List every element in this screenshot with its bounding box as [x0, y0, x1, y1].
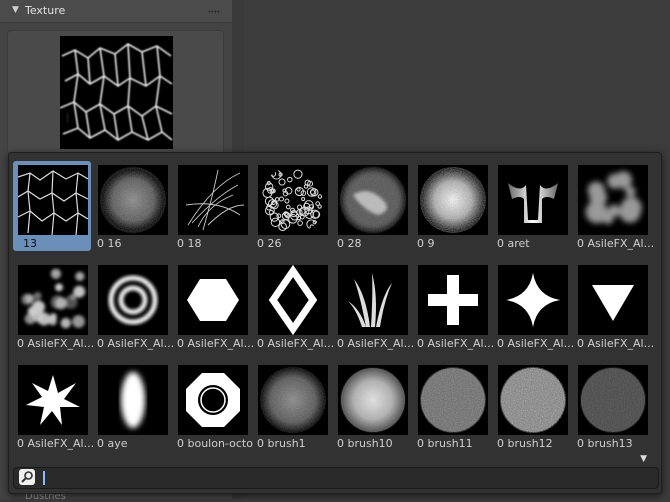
texture-thumbnail [258, 165, 328, 235]
search-input[interactable] [48, 468, 648, 486]
texture-item[interactable]: 0 AsileFX_Al... [413, 261, 493, 351]
drag-grip-icon[interactable] [208, 10, 220, 14]
texture-thumbnail [418, 365, 488, 435]
texture-label: 0 16 [97, 237, 122, 250]
texture-item[interactable]: 0 26 [253, 161, 331, 251]
texture-thumbnail [498, 265, 568, 335]
texture-item[interactable]: 0 28 [333, 161, 411, 251]
texture-item[interactable]: 13 [13, 161, 91, 251]
collapse-triangle-icon[interactable]: ▼ [12, 5, 19, 15]
texture-item[interactable]: 0 brush12 [493, 361, 571, 451]
texture-label: 0 AsileFX_Al... [257, 337, 333, 350]
texture-thumbnail [418, 265, 488, 335]
texture-item[interactable]: 0 aret [493, 161, 571, 251]
texture-label: 0 28 [337, 237, 362, 250]
texture-item[interactable]: 0 AsileFX_Al... [13, 261, 93, 351]
texture-label: 0 AsileFX_Al... [417, 337, 493, 350]
texture-item[interactable]: 0 AsileFX_Al... [573, 161, 653, 251]
texture-label: 0 aret [497, 237, 530, 250]
texture-preview-box[interactable]: I [7, 30, 224, 154]
text-cursor-icon: I [65, 111, 71, 127]
texture-thumbnail [18, 165, 88, 235]
texture-label: 0 AsileFX_Al... [17, 337, 93, 350]
texture-item[interactable]: 0 9 [413, 161, 491, 251]
texture-label: 0 brush1 [257, 437, 306, 450]
texture-label: 0 aye [97, 437, 128, 450]
text-caret [43, 471, 45, 485]
texture-label: 0 AsileFX_Al... [337, 337, 413, 350]
texture-item[interactable]: 0 boulon-octo [173, 361, 253, 451]
texture-thumbnail [578, 265, 648, 335]
texture-thumbnail [498, 365, 568, 435]
texture-thumbnail [178, 365, 248, 435]
texture-label: 0 9 [417, 237, 435, 250]
search-icon [19, 469, 35, 485]
texture-browser-popup: 13 0 16 0 18 0 26 0 28 0 9 0 aret 0 Asil… [8, 152, 662, 494]
texture-thumbnail [418, 165, 488, 235]
texture-preview-image[interactable] [60, 36, 173, 149]
texture-item[interactable]: 0 brush1 [253, 361, 331, 451]
texture-item[interactable]: 0 16 [93, 161, 171, 251]
texture-item[interactable]: 0 AsileFX_Al... [333, 261, 413, 351]
texture-item[interactable]: 0 AsileFX_Al... [13, 361, 93, 451]
texture-label: 0 brush13 [577, 437, 633, 450]
texture-thumbnail [498, 165, 568, 235]
texture-thumbnail [258, 265, 328, 335]
texture-label: 0 AsileFX_Al... [577, 237, 653, 250]
texture-label: 0 26 [257, 237, 282, 250]
texture-thumbnail [338, 165, 408, 235]
texture-thumbnail [178, 265, 248, 335]
texture-item[interactable]: 0 AsileFX_Al... [573, 261, 653, 351]
texture-item[interactable]: 0 brush11 [413, 361, 491, 451]
texture-panel-header[interactable]: ▼ Texture [0, 0, 232, 23]
texture-item[interactable]: 0 aye [93, 361, 171, 451]
texture-item[interactable]: 0 18 [173, 161, 251, 251]
texture-thumbnail [98, 165, 168, 235]
texture-thumbnail [578, 165, 648, 235]
texture-item[interactable]: 0 AsileFX_Al... [93, 261, 173, 351]
texture-label: 0 AsileFX_Al... [177, 337, 253, 350]
texture-label: 0 brush10 [337, 437, 393, 450]
search-bar[interactable] [13, 467, 659, 489]
texture-label: 13 [23, 237, 37, 250]
texture-thumbnail [258, 365, 328, 435]
texture-item[interactable]: 0 brush13 [573, 361, 651, 451]
texture-thumbnail [98, 365, 168, 435]
texture-label: 0 AsileFX_Al... [97, 337, 173, 350]
texture-item[interactable]: 0 brush10 [333, 361, 411, 451]
texture-thumbnail [578, 365, 648, 435]
texture-label: 0 brush12 [497, 437, 553, 450]
texture-thumbnail [178, 165, 248, 235]
texture-label: 0 AsileFX_Al... [497, 337, 573, 350]
scroll-down-icon[interactable]: ▼ [640, 454, 647, 464]
texture-label: 0 AsileFX_Al... [17, 437, 93, 450]
texture-item[interactable]: 0 AsileFX_Al... [253, 261, 333, 351]
texture-thumbnail [18, 365, 88, 435]
texture-thumbnail [18, 265, 88, 335]
texture-thumbnail [338, 265, 408, 335]
texture-label: 0 AsileFX_Al... [577, 337, 653, 350]
texture-label: 0 boulon-octo [177, 437, 253, 450]
panel-title: Texture [25, 4, 66, 17]
texture-label: 0 brush11 [417, 437, 473, 450]
texture-thumbnail [98, 265, 168, 335]
texture-item[interactable]: 0 AsileFX_Al... [493, 261, 573, 351]
texture-thumbnail [338, 365, 408, 435]
texture-item[interactable]: 0 AsileFX_Al... [173, 261, 253, 351]
texture-label: 0 18 [177, 237, 202, 250]
